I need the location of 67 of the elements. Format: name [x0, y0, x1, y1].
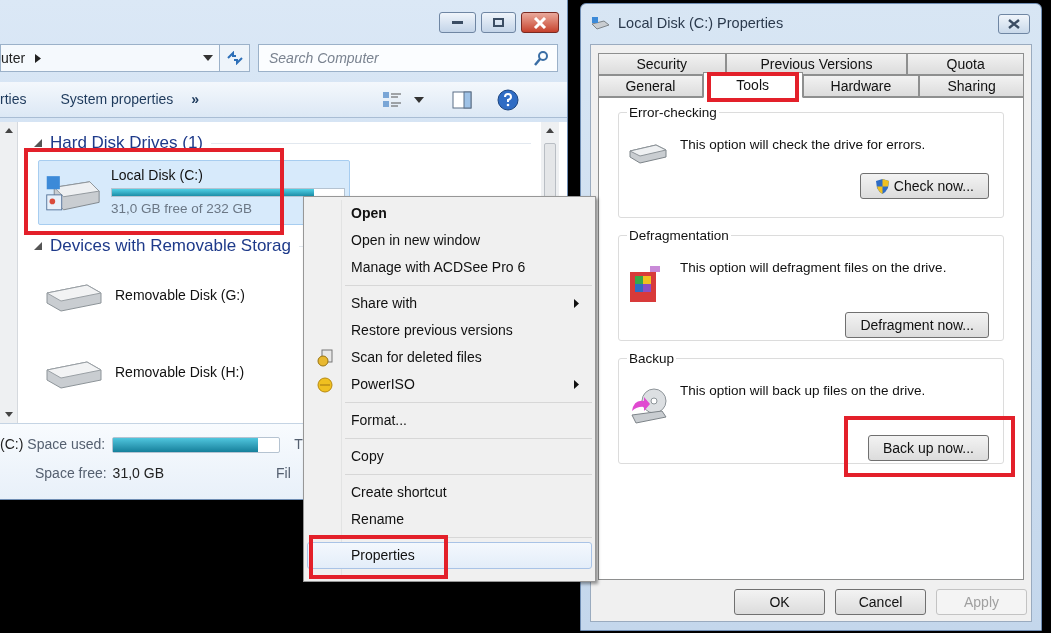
close-button[interactable]: [521, 12, 559, 33]
drive-name: Removable Disk (G:): [115, 286, 246, 305]
search-field[interactable]: Search Computer: [258, 44, 558, 72]
action-button[interactable]: Defragment now...: [845, 312, 989, 338]
details-label: Fil: [276, 464, 291, 483]
close-icon: [1008, 19, 1020, 29]
address-bar[interactable]: uter: [0, 44, 220, 72]
navigation-scrollbar[interactable]: [0, 122, 18, 423]
disc-icon: [317, 376, 333, 393]
drive-name: Removable Disk (H:): [115, 363, 246, 382]
menu-item[interactable]: Open in new window: [307, 227, 592, 254]
minimize-button[interactable]: [439, 12, 476, 33]
collapse-triangle-icon[interactable]: [34, 139, 42, 147]
action-button[interactable]: Back up now...: [867, 435, 989, 461]
drive-properties-icon: [590, 16, 610, 32]
space-free-label: Space free:: [35, 464, 107, 483]
section-description: This option will defragment files on the drive.: [680, 259, 947, 277]
collapse-triangle-icon[interactable]: [34, 242, 42, 250]
tab[interactable]: Previous Versions: [725, 53, 908, 75]
close-button[interactable]: [998, 14, 1030, 34]
dropdown-caret-icon[interactable]: [414, 96, 425, 103]
dialog-button[interactable]: Cancel: [835, 589, 926, 615]
action-button[interactable]: Check now...: [859, 173, 989, 199]
tab[interactable]: Security: [598, 53, 726, 75]
drive-letter: (C:): [0, 435, 24, 454]
toolbar-overflow-button[interactable]: »: [191, 89, 200, 110]
tab[interactable]: Hardware: [802, 75, 920, 97]
window-title: Local Disk (C:) Properties: [618, 14, 784, 34]
dropdown-caret-icon[interactable]: [203, 55, 213, 61]
submenu-arrow-icon: [574, 380, 579, 389]
dialog-button[interactable]: OK: [734, 589, 825, 615]
refresh-button[interactable]: [220, 44, 250, 72]
menu-item[interactable]: Properties: [307, 542, 592, 569]
toolbar-button[interactable]: rties: [0, 89, 27, 110]
details-label: T: [294, 435, 303, 454]
refresh-icon: [225, 51, 244, 65]
backup-icon: [628, 387, 670, 427]
search-icon[interactable]: [534, 51, 548, 66]
scan-icon: [316, 348, 334, 367]
tab[interactable]: Quota: [907, 53, 1024, 75]
hard-drive-icon: [628, 141, 668, 165]
menu-item[interactable]: Create shortcut: [307, 479, 592, 506]
menu-item[interactable]: Copy: [307, 443, 592, 470]
section-description: This option will back up files on the drive.: [680, 382, 926, 400]
tab[interactable]: Sharing: [919, 75, 1024, 97]
group-header: Devices with Removable Storag: [50, 235, 291, 258]
section-description: This option will check the drive for errors.: [680, 136, 926, 154]
maximize-button[interactable]: [481, 12, 516, 33]
toolbar-button[interactable]: System properties: [60, 89, 174, 110]
menu-item[interactable]: Format...: [307, 407, 592, 434]
chevron-right-icon: [35, 53, 42, 63]
close-icon: [533, 16, 547, 29]
help-icon[interactable]: [497, 88, 520, 111]
preview-pane-icon[interactable]: [452, 90, 473, 109]
drive-info: 31,0 GB free of 232 GB: [111, 200, 254, 219]
space-free-value: 31,0 GB: [112, 464, 164, 483]
submenu-arrow-icon: [574, 299, 579, 308]
scroll-down-icon[interactable]: [4, 412, 13, 417]
shield-icon: [874, 177, 890, 195]
tab[interactable]: General: [598, 75, 703, 97]
scroll-up-icon[interactable]: [4, 128, 13, 133]
drive-item[interactable]: Local Disk (C:) 31,0 GB free of 232 GB: [38, 160, 350, 225]
menu-item[interactable]: Rename: [307, 506, 592, 533]
space-used-label: Space used:: [27, 435, 106, 454]
scroll-up-icon[interactable]: [546, 128, 554, 133]
drive-name: Local Disk (C:): [111, 166, 204, 186]
address-text: uter: [1, 48, 26, 68]
